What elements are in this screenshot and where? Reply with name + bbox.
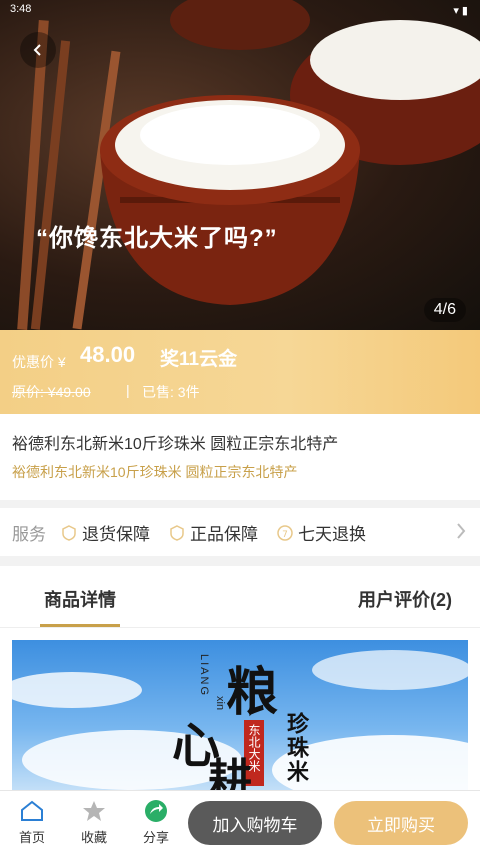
svg-text:7: 7 <box>282 530 288 540</box>
detail-banner-image: LIANG xin 粮 心 耕 东北大米 珍珠米 <box>12 640 468 800</box>
brand-pinyin-top: LIANG <box>198 654 210 698</box>
service-row[interactable]: 服务 退货保障 正品保障 7 七天退换 <box>0 508 480 556</box>
product-detail-page: 3:48 ▾ ▮ “你馋东北大米了吗?” 4/6 优惠价 ¥ 48.00 奖11… <box>0 0 480 854</box>
service-item-label: 退货保障 <box>82 525 150 544</box>
nav-favorite-label: 收藏 <box>80 830 107 845</box>
chevron-left-icon <box>33 44 41 56</box>
detail-section: LIANG xin 粮 心 耕 东北大米 珍珠米 <box>0 628 480 800</box>
home-icon <box>21 800 43 821</box>
bottom-action-bar: 首页 收藏 分享 加入购物车 立即购买 <box>0 790 480 854</box>
tab-reviews[interactable]: 用户评价(2) <box>358 586 452 612</box>
product-subtitle: 裕德利东北新米10斤珍珠米 圆粒正宗东北特产 <box>12 464 298 480</box>
product-title: 裕德利东北新米10斤珍珠米 圆粒正宗东北特产 <box>12 436 339 453</box>
current-price: 48.00 <box>80 342 136 367</box>
back-button[interactable] <box>20 32 56 68</box>
service-item-return: 退货保障 <box>60 520 150 545</box>
service-item-genuine: 正品保障 <box>168 520 258 545</box>
service-item-label: 正品保障 <box>190 525 258 544</box>
rice-bowl-photo <box>17 0 480 330</box>
nav-share-label: 分享 <box>142 830 169 845</box>
add-to-cart-button[interactable]: 加入购物车 <box>188 801 322 845</box>
hero-slogan: “你馋东北大米了吗?” <box>36 225 278 252</box>
detail-tabs: 商品详情 用户评价(2) <box>0 566 480 628</box>
tab-details[interactable]: 商品详情 <box>44 586 116 612</box>
price-separator: | <box>126 382 130 398</box>
status-time: 3:48 <box>10 3 32 15</box>
share-icon <box>145 800 167 822</box>
seal-stamp: 东北大米 <box>247 724 261 772</box>
star-icon <box>83 801 105 821</box>
nav-home[interactable]: 首页 <box>10 799 54 846</box>
price-label: 优惠价 ¥ <box>12 354 66 370</box>
service-item-label: 七天退换 <box>298 525 366 544</box>
nav-home-label: 首页 <box>18 830 45 845</box>
original-price: 原价: ¥49.00 <box>12 384 91 400</box>
reward-badge: 奖11云金 <box>160 349 238 370</box>
nav-share[interactable]: 分享 <box>134 799 178 846</box>
brand-char-1: 粮 <box>226 662 279 723</box>
signal-battery-icon: ▾ ▮ <box>453 5 468 17</box>
service-label: 服务 <box>12 525 46 544</box>
image-counter: 4/6 <box>423 298 466 322</box>
return-shield-icon <box>62 524 76 541</box>
price-bar: 优惠价 ¥ 48.00 奖11云金 原价: ¥49.00 | 已售: 3件 <box>0 330 480 414</box>
service-item-seven-day: 7 七天退换 <box>276 520 366 545</box>
chevron-right-icon <box>457 523 466 539</box>
product-title-box: 裕德利东北新米10斤珍珠米 圆粒正宗东北特产 裕德利东北新米10斤珍珠米 圆粒正… <box>0 414 480 500</box>
sold-count: 已售: 3件 <box>142 384 200 400</box>
active-tab-indicator <box>40 624 120 627</box>
buy-now-button[interactable]: 立即购买 <box>334 801 468 845</box>
seven-day-icon: 7 <box>277 524 293 541</box>
nav-favorite[interactable]: 收藏 <box>72 799 116 846</box>
product-image-carousel[interactable]: 3:48 ▾ ▮ “你馋东北大米了吗?” 4/6 <box>0 0 480 330</box>
shield-icon <box>170 524 184 541</box>
pearl-rice-text: 珍珠米 <box>284 712 309 784</box>
status-bar: 3:48 ▾ ▮ <box>0 0 480 22</box>
